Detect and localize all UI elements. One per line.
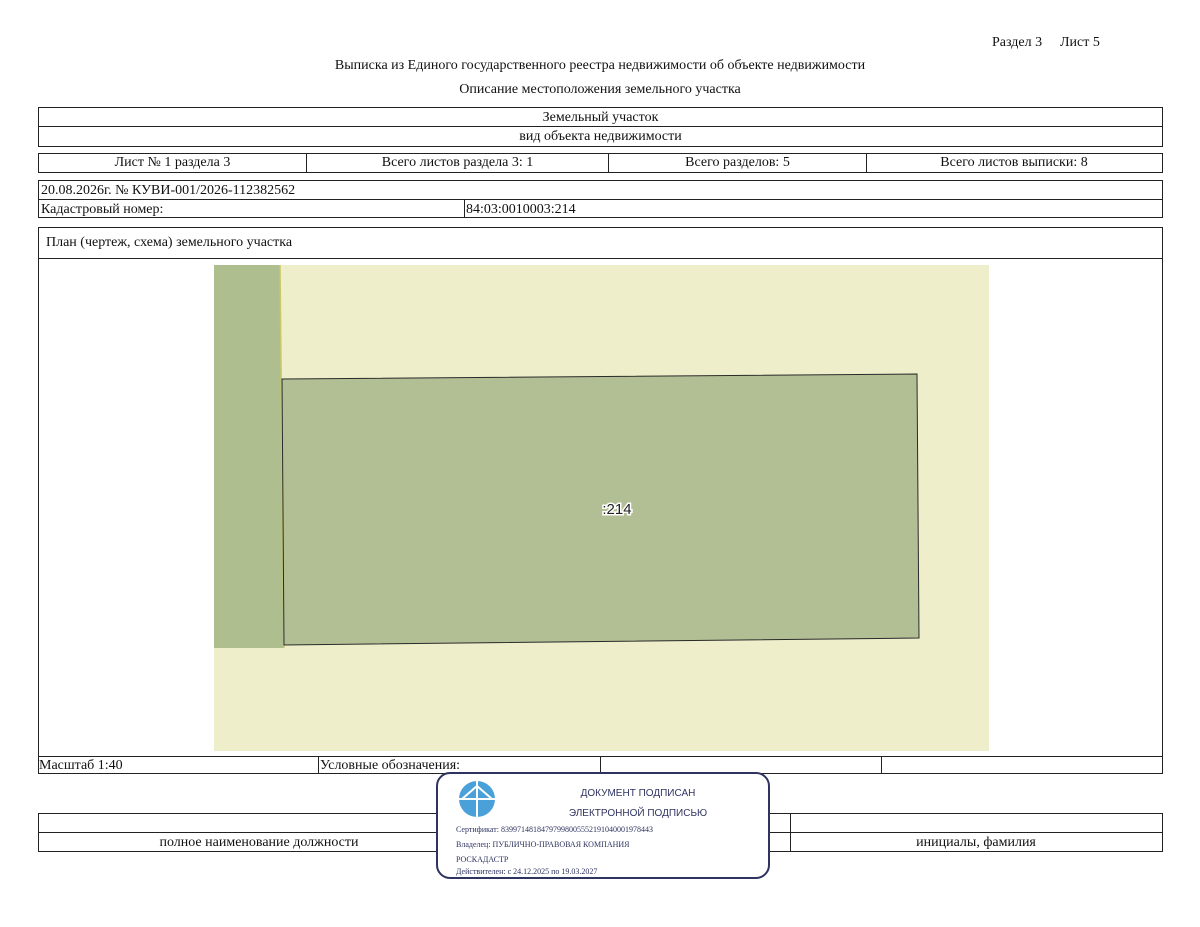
e-signature-stamp: ДОКУМЕНТ ПОДПИСАН ЭЛЕКТРОННОЙ ПОДПИСЬЮ С… (436, 772, 770, 879)
sheet-number: Лист № 1 раздела 3 (39, 154, 307, 172)
legend-label: Условные обозначения: (320, 758, 461, 773)
divider (39, 126, 1162, 127)
scale-label: Масштаб 1:40 (39, 758, 123, 773)
record-date-number: 20.08.2026г. № КУВИ-001/2026-112382562 (41, 183, 296, 198)
stamp-owner-line1: Владелец: ПУБЛИЧНО-ПРАВОВАЯ КОМПАНИЯ (456, 840, 630, 849)
divider (464, 199, 465, 217)
divider (39, 199, 1162, 200)
position-caption: полное наименование должности (159, 835, 359, 850)
divider (600, 756, 601, 773)
roskadastr-logo-icon (459, 781, 495, 817)
total-sections: Всего разделов: 5 (609, 154, 867, 172)
parcel-label: :214 (602, 501, 631, 518)
object-type-caption: вид объекта недвижимости (519, 129, 682, 144)
divider (318, 756, 319, 773)
record-block: 20.08.2026г. № КУВИ-001/2026-112382562 К… (38, 180, 1163, 218)
stamp-line1: ДОКУМЕНТ ПОДПИСАН (580, 788, 696, 799)
sheets-row: Лист № 1 раздела 3 Всего листов раздела … (38, 153, 1163, 173)
document-subtitle: Описание местоположения земельного участ… (459, 82, 741, 97)
plan-block: План (чертеж, схема) земельного участка … (38, 227, 1163, 774)
cadastral-value: 84:03:0010003:214 (466, 202, 576, 217)
plan-title: План (чертеж, схема) земельного участка (46, 235, 293, 250)
stamp-owner-line2: РОСКАДАСТР (456, 855, 509, 864)
stamp-line2: ЭЛЕКТРОННОЙ ПОДПИСЬЮ (568, 808, 708, 819)
document-title: Выписка из Единого государственного реес… (334, 58, 866, 73)
total-extract-sheets: Всего листов выписки: 8 (940, 155, 1088, 170)
object-type-block: Земельный участок вид объекта недвижимос… (38, 107, 1163, 147)
cadastral-label: Кадастровый номер: (41, 202, 164, 217)
stamp-certificate: Сертификат: 8399714818479799800555219104… (456, 825, 653, 834)
sheet-ref: Лист 5 (1060, 35, 1100, 50)
parcel-map: :214 (214, 265, 989, 751)
neighbor-parcel (214, 265, 284, 648)
section-ref: Раздел 3 (992, 35, 1043, 50)
name-caption: инициалы, фамилия (916, 835, 1036, 850)
divider (881, 756, 882, 773)
stamp-valid: Действителен: с 24.12.2025 по 19.03.2027 (456, 867, 598, 876)
parcel-polygon (281, 373, 920, 646)
divider (39, 258, 1162, 259)
object-type-value: Земельный участок (542, 110, 659, 125)
total-section-sheets: Всего листов раздела 3: 1 (307, 154, 609, 172)
